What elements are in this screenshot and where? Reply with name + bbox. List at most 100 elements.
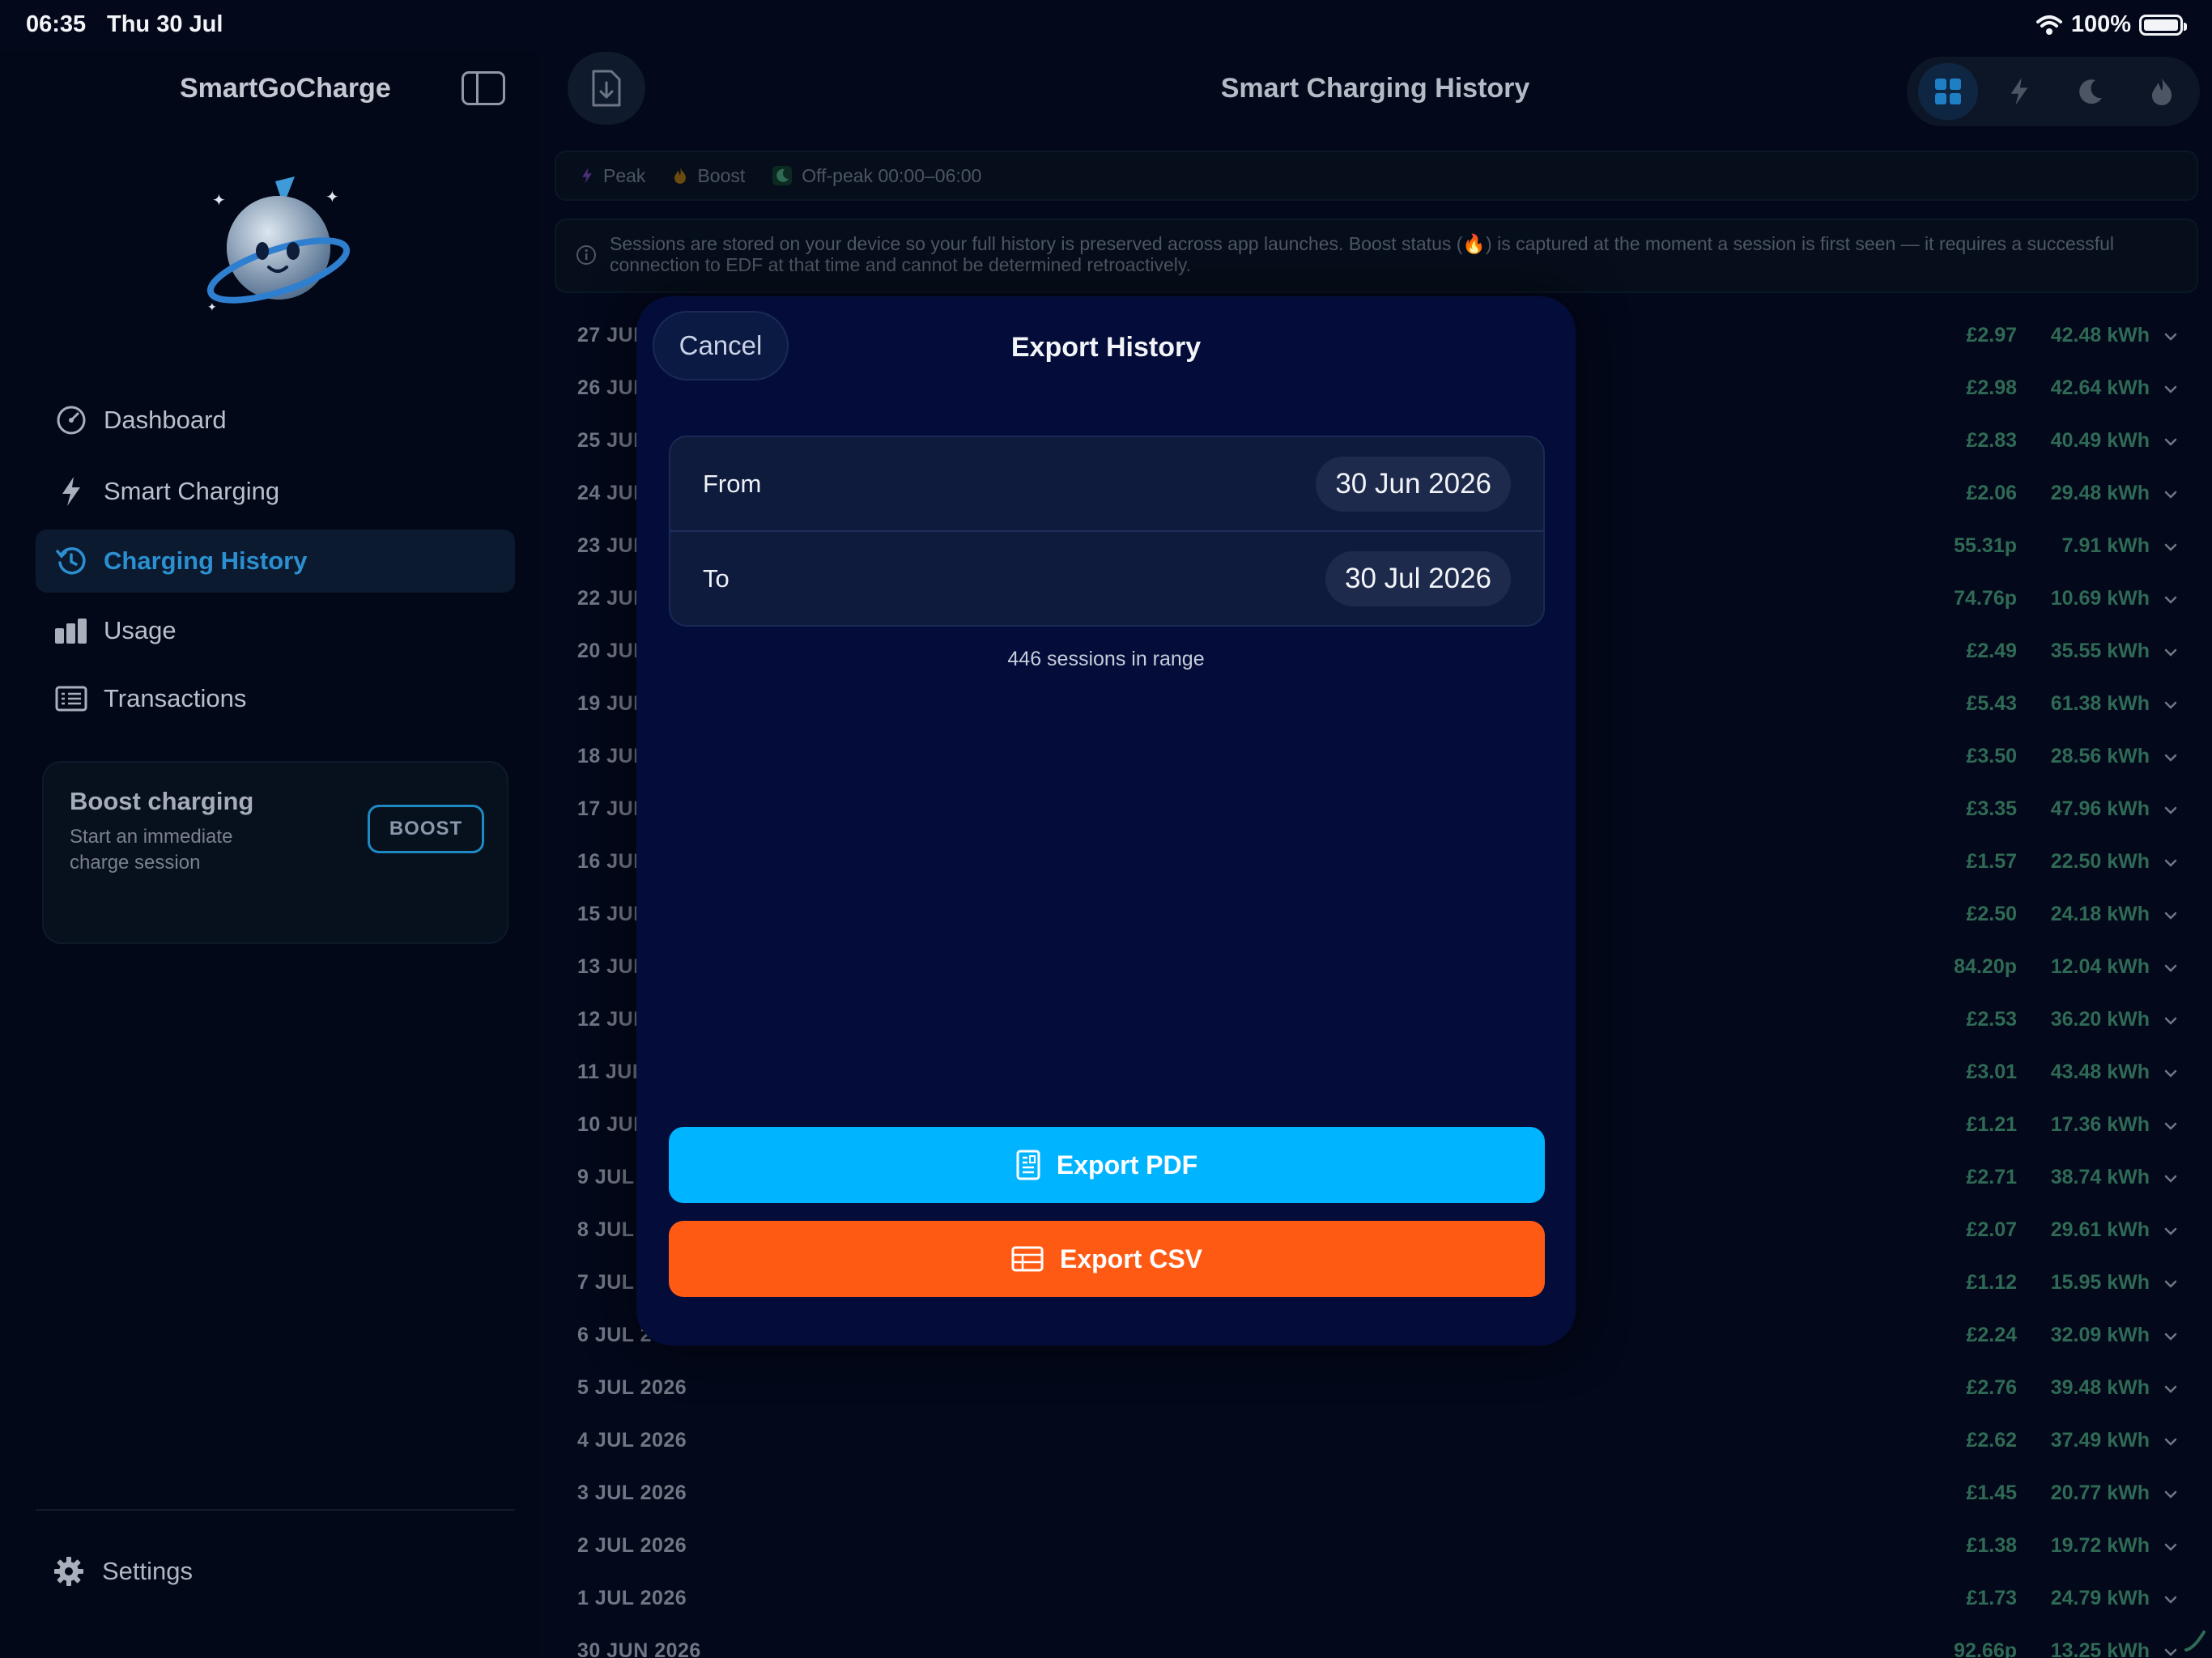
bar-chart-icon xyxy=(53,613,89,648)
history-icon xyxy=(53,543,89,579)
chevron-down-icon[interactable] xyxy=(2164,1120,2177,1133)
history-energy: 22.50 kWh xyxy=(2050,850,2150,873)
history-row[interactable]: 30 JUN 2026 92.66p 13.25 kWh xyxy=(555,1626,2198,1658)
history-energy: 7.91 kWh xyxy=(2061,534,2150,557)
history-date: 5 JUL 2026 xyxy=(577,1376,687,1399)
history-date: 1 JUL 2026 xyxy=(577,1587,687,1609)
export-pdf-label: Export PDF xyxy=(1056,1150,1198,1180)
battery-icon xyxy=(2139,14,2187,36)
moon-icon xyxy=(772,166,793,185)
chevron-down-icon[interactable] xyxy=(2164,1014,2177,1027)
chevron-down-icon[interactable] xyxy=(2164,1383,2177,1396)
history-energy: 38.74 kWh xyxy=(2050,1166,2150,1188)
chevron-down-icon[interactable] xyxy=(2164,699,2177,712)
history-cost: £2.06 xyxy=(1966,482,2017,504)
boost-button[interactable]: BOOST xyxy=(368,805,484,853)
history-cost: £2.76 xyxy=(1966,1376,2017,1399)
chevron-down-icon[interactable] xyxy=(2164,1172,2177,1185)
sidebar: SmartGoCharge ✦ ✦ ✦ Dashboard Smart Char… xyxy=(0,52,538,1658)
legend-boost: Boost xyxy=(673,165,745,187)
bolt-icon xyxy=(53,474,89,509)
chevron-down-icon[interactable] xyxy=(2164,857,2177,869)
export-csv-button[interactable]: Export CSV xyxy=(669,1221,1545,1297)
history-energy: 17.36 kWh xyxy=(2050,1113,2150,1136)
legend-boost-label: Boost xyxy=(697,164,746,186)
chevron-down-icon[interactable] xyxy=(2164,1330,2177,1343)
chevron-down-icon[interactable] xyxy=(2164,1541,2177,1554)
sidebar-item-usage[interactable]: Usage xyxy=(36,599,515,662)
settings-label: Settings xyxy=(102,1557,194,1585)
sidebar-item-label: Usage xyxy=(104,616,177,644)
status-bar: 06:35 Thu 30 Jul 100% xyxy=(0,0,2212,52)
sidebar-item-charging-history[interactable]: Charging History xyxy=(36,529,515,593)
history-cost: 74.76p xyxy=(1954,587,2017,610)
sidebar-toggle-icon[interactable] xyxy=(462,71,505,105)
filter-boost-button[interactable] xyxy=(2132,63,2192,120)
chevron-down-icon[interactable] xyxy=(2164,593,2177,606)
history-row[interactable]: 1 JUL 2026 £1.73 24.79 kWh xyxy=(555,1574,2198,1626)
from-row: From 30 Jun 2026 xyxy=(670,437,1543,532)
chevron-down-icon[interactable] xyxy=(2164,1225,2177,1238)
chevron-down-icon[interactable] xyxy=(2164,1278,2177,1290)
chevron-down-icon[interactable] xyxy=(2164,909,2177,922)
sidebar-item-dashboard[interactable]: Dashboard xyxy=(36,389,515,452)
history-energy: 43.48 kWh xyxy=(2050,1061,2150,1083)
chevron-down-icon[interactable] xyxy=(2164,330,2177,343)
chevron-down-icon[interactable] xyxy=(2164,383,2177,396)
svg-text:✦: ✦ xyxy=(212,190,226,210)
history-row[interactable]: 5 JUL 2026 £2.76 39.48 kWh xyxy=(555,1363,2198,1416)
sidebar-item-transactions[interactable]: Transactions xyxy=(36,667,515,730)
history-cost: £2.98 xyxy=(1966,376,2017,399)
history-cost: £1.73 xyxy=(1966,1587,2017,1609)
history-date: 7 JUL xyxy=(577,1271,635,1294)
filter-peak-button[interactable] xyxy=(1989,63,2049,120)
chevron-down-icon[interactable] xyxy=(2164,962,2177,975)
chevron-down-icon[interactable] xyxy=(2164,1435,2177,1448)
history-date: 9 JUL xyxy=(577,1166,635,1188)
history-cost: £2.49 xyxy=(1966,640,2017,662)
history-date: 4 JUL 2026 xyxy=(577,1429,687,1452)
legend-offpeak: Off-peak 00:00–06:00 xyxy=(772,165,981,187)
chevron-down-icon[interactable] xyxy=(2164,541,2177,554)
flame-icon xyxy=(2152,78,2172,105)
history-cost: 55.31p xyxy=(1954,534,2017,557)
sidebar-item-label: Charging History xyxy=(104,546,308,575)
table-icon xyxy=(1011,1246,1044,1272)
to-date-picker[interactable]: 30 Jul 2026 xyxy=(1325,551,1511,606)
sidebar-item-smart-charging[interactable]: Smart Charging xyxy=(36,460,515,523)
history-cost: £1.57 xyxy=(1966,850,2017,873)
chevron-down-icon[interactable] xyxy=(2164,1646,2177,1658)
info-text: Sessions are stored on your device so yo… xyxy=(610,233,2114,275)
status-indicators: 100% xyxy=(2035,11,2187,38)
chevron-down-icon[interactable] xyxy=(2164,646,2177,659)
history-cost: £1.12 xyxy=(1966,1271,2017,1294)
history-date: 11 JUL xyxy=(577,1061,645,1083)
from-date-picker[interactable]: 30 Jun 2026 xyxy=(1316,457,1511,512)
export-csv-label: Export CSV xyxy=(1059,1244,1203,1273)
history-row[interactable]: 4 JUL 2026 £2.62 37.49 kWh xyxy=(555,1416,2198,1469)
filter-toggle-group xyxy=(1907,57,2200,126)
grid-icon xyxy=(1935,79,1961,104)
history-energy: 39.48 kWh xyxy=(2050,1376,2150,1399)
history-energy: 24.79 kWh xyxy=(2050,1587,2150,1609)
chevron-down-icon[interactable] xyxy=(2164,751,2177,764)
chevron-down-icon[interactable] xyxy=(2164,1488,2177,1501)
export-pdf-button[interactable]: Export PDF xyxy=(669,1127,1545,1203)
sidebar-divider xyxy=(36,1509,515,1511)
history-energy: 12.04 kWh xyxy=(2050,955,2150,978)
history-row[interactable]: 2 JUL 2026 £1.38 19.72 kWh xyxy=(555,1521,2198,1574)
chevron-down-icon[interactable] xyxy=(2164,436,2177,449)
chevron-down-icon[interactable] xyxy=(2164,488,2177,501)
chevron-down-icon[interactable] xyxy=(2164,1593,2177,1606)
history-energy: 28.56 kWh xyxy=(2050,745,2150,767)
sidebar-item-settings[interactable]: Settings xyxy=(53,1556,193,1587)
history-energy: 13.25 kWh xyxy=(2050,1639,2150,1658)
chevron-down-icon[interactable] xyxy=(2164,804,2177,817)
modal-title: Export History xyxy=(1010,332,1202,363)
chevron-down-icon[interactable] xyxy=(2164,1067,2177,1080)
svg-text:✦: ✦ xyxy=(207,301,217,314)
history-cost: £2.24 xyxy=(1966,1324,2017,1346)
history-row[interactable]: 3 JUL 2026 £1.45 20.77 kWh xyxy=(555,1469,2198,1521)
filter-all-button[interactable] xyxy=(1918,63,1978,120)
filter-offpeak-button[interactable] xyxy=(2061,63,2121,120)
